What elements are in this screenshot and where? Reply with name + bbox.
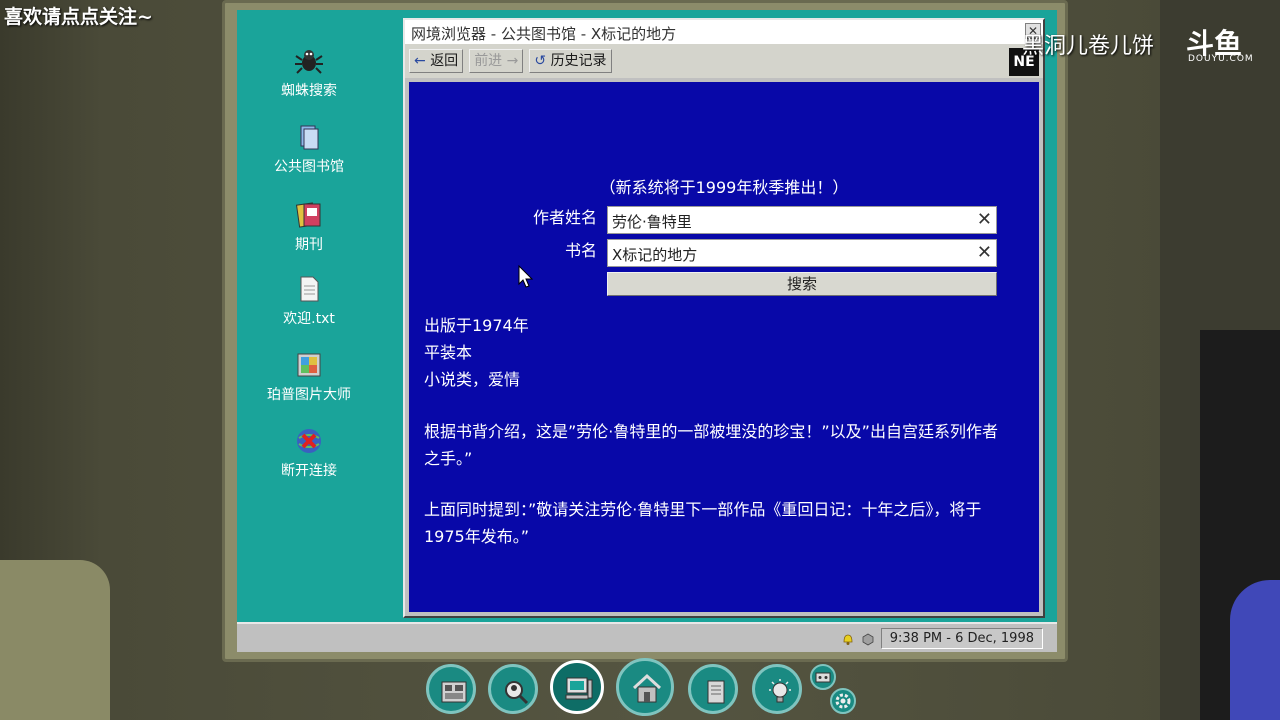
hud-notes-button[interactable] <box>426 664 476 714</box>
streamer-name: 黑洞儿卷儿饼 <box>1022 34 1155 59</box>
text-file-icon <box>300 276 319 302</box>
notebook-icon <box>707 680 725 704</box>
system-tray: 9:38 PM - 6 Dec, 1998 <box>841 628 1043 649</box>
history-button[interactable]: ↺ 历史记录 <box>529 49 612 73</box>
lightbulb-icon <box>769 679 791 703</box>
desktop-icon-label: 公共图书馆 <box>274 159 344 175</box>
magnifier-person-icon <box>505 681 529 705</box>
back-label: 返回 <box>430 53 459 69</box>
house-icon <box>632 673 662 703</box>
taskbar-clock: 9:38 PM - 6 Dec, 1998 <box>880 628 1043 649</box>
forward-label: 前进 <box>474 53 503 69</box>
arrow-right-icon: → <box>506 53 519 69</box>
desktop-icon-spider-search[interactable]: 蜘蛛搜索 <box>249 46 369 100</box>
title-value: X标记的地方 <box>612 246 698 264</box>
library-book-icon <box>300 125 319 150</box>
title-label: 书名 <box>564 241 597 260</box>
book-format: 平装本 <box>424 343 473 362</box>
stream-overlay-text: 喜欢请点点关注~ <box>4 6 153 28</box>
hud-notebook-button[interactable] <box>688 664 738 714</box>
desktop-icon-welcome-txt[interactable]: 欢迎.txt <box>249 274 369 328</box>
search-button[interactable]: 搜索 <box>607 272 997 296</box>
history-icon: ↺ <box>534 53 547 69</box>
blue-object <box>1230 580 1280 720</box>
history-label: 历史记录 <box>550 53 607 69</box>
magazine-icon <box>295 202 321 228</box>
cassette-icon <box>815 672 831 683</box>
hud-search-people-button[interactable] <box>488 664 538 714</box>
desktop-icon-disconnect[interactable]: 断开连接 <box>249 426 369 480</box>
browser-toolbar: ← 返回 前进 → ↺ 历史记录 NE <box>405 44 1043 78</box>
clear-title-icon[interactable]: ✕ <box>977 242 992 263</box>
clear-author-icon[interactable]: ✕ <box>977 209 992 230</box>
browser-titlebar[interactable]: 网境浏览器 - 公共图书馆 - X标记的地方 ✕ <box>405 20 1043 44</box>
system-notice: （新系统将于1999年秋季推出！） <box>599 178 849 197</box>
desktop-icon-image-master[interactable]: 珀普图片大师 <box>249 350 369 404</box>
back-button[interactable]: ← 返回 <box>409 49 464 73</box>
game-hud-bar <box>420 656 870 720</box>
image-editor-icon <box>297 353 321 377</box>
book-mention: 上面同时提到：”敬请关注劳伦·鲁特里下一部作品《重回日记：十年之后》，将于197… <box>424 500 982 546</box>
mouse-cursor-icon <box>518 265 534 288</box>
desktop-icon-label: 断开连接 <box>281 463 337 479</box>
desktop-icon-label: 欢迎.txt <box>283 311 335 327</box>
hud-computer-button[interactable] <box>550 660 604 714</box>
author-value: 劳伦·鲁特里 <box>612 213 692 231</box>
title-input[interactable]: X标记的地方 ✕ <box>607 239 997 267</box>
desktop-icon-public-library[interactable]: 公共图书馆 <box>249 122 369 176</box>
computer-icon <box>565 677 593 700</box>
desktop-screen: 蜘蛛搜索 公共图书馆 期刊 欢迎.txt 珀普图片大师 断开连接 网境浏览器 -… <box>237 10 1057 652</box>
hud-settings-button[interactable] <box>830 688 856 714</box>
page-content: （新系统将于1999年秋季推出！） 作者姓名 劳伦·鲁特里 ✕ 书名 X标记的地… <box>409 82 1039 612</box>
spider-icon <box>295 50 323 74</box>
gear-icon <box>835 693 851 709</box>
desktop-icon-label: 蜘蛛搜索 <box>281 83 337 99</box>
platform-url: DOUYU.COM <box>1188 54 1254 64</box>
bell-icon[interactable] <box>841 632 855 646</box>
forward-button[interactable]: 前进 → <box>469 49 524 73</box>
hud-hints-button[interactable] <box>752 664 802 714</box>
book-genre: 小说类，爱情 <box>424 370 521 389</box>
browser-window: 网境浏览器 - 公共图书馆 - X标记的地方 ✕ ← 返回 前进 → ↺ 历史记… <box>403 18 1045 618</box>
arrow-left-icon: ← <box>414 53 426 69</box>
desktop-icon-journals[interactable]: 期刊 <box>249 200 369 254</box>
disconnect-icon <box>297 429 321 453</box>
book-blurb: 根据书背介绍，这是”劳伦·鲁特里的一部被埋没的珍宝！”以及”出自宫廷系列作者之手… <box>424 422 998 468</box>
hud-tape-button[interactable] <box>810 664 836 690</box>
network-icon[interactable] <box>861 632 875 646</box>
window-title: 网境浏览器 - 公共图书馆 - X标记的地方 <box>411 25 677 43</box>
desktop-icon-label: 期刊 <box>295 237 323 253</box>
hud-home-button[interactable] <box>616 658 674 716</box>
book-published: 出版于1974年 <box>424 316 529 335</box>
corkboard-icon <box>441 681 467 703</box>
author-input[interactable]: 劳伦·鲁特里 ✕ <box>607 206 997 234</box>
taskbar: 9:38 PM - 6 Dec, 1998 <box>237 622 1057 652</box>
desktop-icon-label: 珀普图片大师 <box>267 387 351 403</box>
author-label: 作者姓名 <box>532 208 597 227</box>
left-object <box>0 560 110 720</box>
